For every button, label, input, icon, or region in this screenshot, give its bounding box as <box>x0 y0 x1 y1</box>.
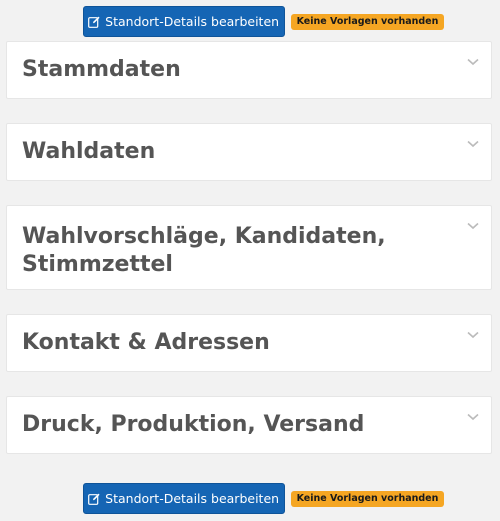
section-panel-wahldaten[interactable]: Wahldaten <box>6 123 492 181</box>
edit-location-details-button[interactable]: Standort-Details bearbeiten <box>82 483 285 514</box>
chevron-down-icon <box>467 413 479 421</box>
top-action-row: Standort-Details bearbeiten Keine Vorlag… <box>0 6 500 37</box>
chevron-down-icon <box>467 58 479 66</box>
bottom-action-row: Standort-Details bearbeiten Keine Vorlag… <box>0 483 500 514</box>
section-title: Wahlvorschläge, Kandidaten, Stimmzettel <box>22 224 386 277</box>
no-templates-badge: Keine Vorlagen vorhanden <box>290 13 445 30</box>
edit-location-details-label: Standort-Details bearbeiten <box>105 491 280 506</box>
section-panel-wahlvorschlaege[interactable]: Wahlvorschläge, Kandidaten, Stimmzettel <box>6 205 492 290</box>
section-title: Kontakt & Adressen <box>22 330 270 355</box>
chevron-down-icon <box>467 331 479 339</box>
no-templates-badge: Keine Vorlagen vorhanden <box>290 490 445 507</box>
edit-icon <box>88 16 100 28</box>
section-title: Wahldaten <box>22 139 156 164</box>
section-panel-druck-produktion-versand[interactable]: Druck, Produktion, Versand <box>6 396 492 454</box>
chevron-down-icon <box>467 222 479 230</box>
section-title: Druck, Produktion, Versand <box>22 412 365 437</box>
edit-location-details-button[interactable]: Standort-Details bearbeiten <box>82 6 285 37</box>
section-panel-stammdaten[interactable]: Stammdaten <box>6 41 492 99</box>
edit-location-details-label: Standort-Details bearbeiten <box>105 14 280 29</box>
section-title: Stammdaten <box>22 57 181 82</box>
section-panel-kontakt-adressen[interactable]: Kontakt & Adressen <box>6 314 492 372</box>
edit-icon <box>88 493 100 505</box>
chevron-down-icon <box>467 140 479 148</box>
